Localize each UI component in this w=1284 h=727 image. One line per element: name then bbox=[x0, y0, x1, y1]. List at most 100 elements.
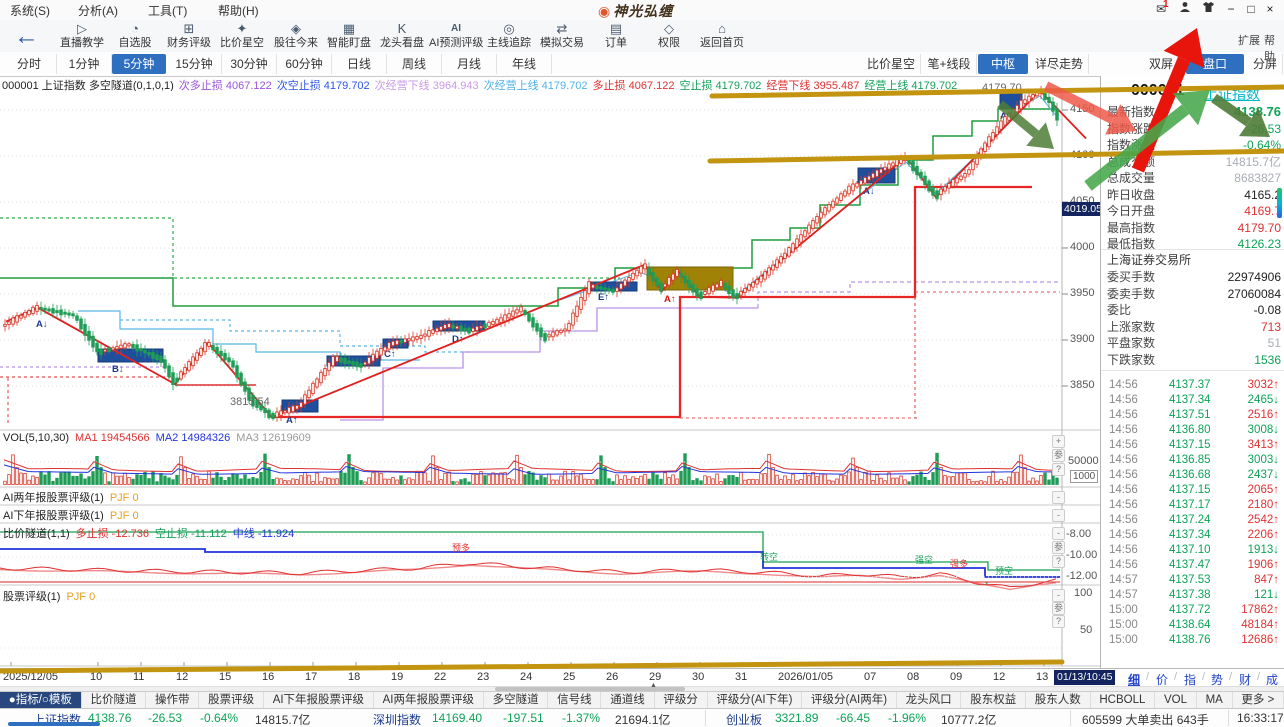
toolbar-item-比价星空[interactable]: ✦比价星空 bbox=[215, 21, 269, 50]
minimize-button[interactable]: − bbox=[1222, 1, 1240, 18]
exchange-label: 上海证券交易所 bbox=[1107, 252, 1281, 268]
view-tab-详尽走势[interactable]: 详尽走势 bbox=[1030, 54, 1089, 74]
view-tab-笔+线段[interactable]: 笔+线段 bbox=[922, 54, 977, 74]
period-tab-分时[interactable]: 分时 bbox=[2, 54, 57, 74]
quote-row-value: 1536 bbox=[1254, 352, 1281, 368]
menu-item-3[interactable]: 工具(T) bbox=[148, 2, 187, 19]
menu-item-4[interactable]: 帮助(H) bbox=[218, 2, 259, 19]
bottom-tab-HCBOLL[interactable]: HCBOLL bbox=[1091, 692, 1156, 709]
layout-tab-盘口[interactable]: 盘口 bbox=[1186, 54, 1244, 74]
toolbar-item-智能盯盘[interactable]: ▦智能盯盘 bbox=[322, 21, 376, 50]
toolbar-item-label: 主线追踪 bbox=[482, 36, 536, 50]
restore-button[interactable]: □ bbox=[1242, 1, 1260, 18]
quote-name[interactable]: 上证指数 bbox=[1204, 84, 1260, 104]
bottom-tab-信号线[interactable]: 信号线 bbox=[548, 692, 601, 709]
rating-scale-100: 100 bbox=[1074, 587, 1092, 599]
user-icon[interactable] bbox=[1176, 1, 1194, 18]
period-tab-15分钟[interactable]: 15分钟 bbox=[167, 54, 222, 74]
bottom-tab-股东权益[interactable]: 股东权益 bbox=[961, 692, 1026, 709]
date-label-12: 12 bbox=[176, 671, 188, 683]
pane-button-?-2[interactable]: ? bbox=[1052, 463, 1065, 476]
period-tab-年线[interactable]: 年线 bbox=[497, 54, 552, 74]
quote-row-label: 总成交量 bbox=[1107, 170, 1155, 186]
toolbar-item-模拟交易[interactable]: ⇄模拟交易 bbox=[535, 21, 589, 50]
date-label-25: 25 bbox=[563, 671, 575, 683]
toolbar-item-自选股[interactable]: ◔自选股 bbox=[108, 21, 162, 50]
pane-button-参-1[interactable]: 参 bbox=[1052, 449, 1065, 462]
bottom-tab-股票评级[interactable]: 股票评级 bbox=[199, 692, 264, 709]
back-icon[interactable]: ← bbox=[14, 22, 39, 50]
bottom-tab-MA[interactable]: MA bbox=[1197, 692, 1233, 709]
bottom-tab-更多 >[interactable]: 更多 > bbox=[1233, 692, 1284, 709]
bottom-tab-通道线[interactable]: 通道线 bbox=[601, 692, 654, 709]
menu-item-2[interactable]: 分析(A) bbox=[78, 2, 118, 19]
bottom-tab-AI两年报股票评级[interactable]: AI两年报股票评级 bbox=[374, 692, 484, 709]
svg-text:A↓: A↓ bbox=[1000, 111, 1012, 122]
chart-overlays: 41504100405040003950390038504019.054179.… bbox=[0, 0, 1284, 727]
view-tab-比价星空[interactable]: 比价星空 bbox=[862, 54, 921, 74]
period-tab-60分钟[interactable]: 60分钟 bbox=[277, 54, 332, 74]
tick-price: 4137.38 bbox=[1169, 588, 1211, 603]
status-bar: 上证指数4138.76-26.53-0.64%14815.7亿深圳指数14169… bbox=[0, 708, 1284, 727]
bottom-tab-股东人数[interactable]: 股东人数 bbox=[1026, 692, 1091, 709]
bottom-tab-AI下年报股票评级[interactable]: AI下年报股票评级 bbox=[264, 692, 374, 709]
pane-button-参-9[interactable]: 参 bbox=[1052, 602, 1065, 615]
pane-button---3[interactable]: - bbox=[1052, 491, 1065, 504]
比价星空-icon: ✦ bbox=[215, 21, 269, 36]
tick-row-15: 15:004137.7217862↑ bbox=[1107, 603, 1281, 618]
mini-tab-separator: / bbox=[1229, 671, 1232, 683]
menu-item-1[interactable]: 系统(S) bbox=[10, 2, 50, 19]
bottom-tab-比价隧道[interactable]: 比价隧道 bbox=[82, 692, 147, 709]
toolbar-item-财务评级[interactable]: ⊞财务评级 bbox=[162, 21, 216, 50]
period-tab-5分钟[interactable]: 5分钟 bbox=[112, 54, 166, 74]
close-button[interactable]: × bbox=[1261, 1, 1279, 18]
period-tab-row: 分时1分钟5分钟15分钟30分钟60分钟日线周线月线年线 比价星空笔+线段中枢详尽… bbox=[0, 52, 1284, 77]
toolbar-item-股往今来[interactable]: ◈股往今来 bbox=[269, 21, 323, 50]
bottom-tab-●指标/○模板[interactable]: ●指标/○模板 bbox=[0, 692, 82, 709]
tick-row-13: 14:574137.53847↑ bbox=[1107, 573, 1281, 588]
period-tab-1分钟[interactable]: 1分钟 bbox=[57, 54, 112, 74]
extra-扩展[interactable]: 扩展 bbox=[1238, 32, 1260, 48]
toolbar-item-主线追踪[interactable]: ◎主线追踪 bbox=[482, 21, 536, 50]
bottom-tab-评级分(AI下年)[interactable]: 评级分(AI下年) bbox=[708, 692, 803, 709]
pane-label: VOL(5,10,30) bbox=[3, 432, 69, 444]
period-tab-月线[interactable]: 月线 bbox=[442, 54, 497, 74]
bottom-tab-龙头风口[interactable]: 龙头风口 bbox=[897, 692, 962, 709]
龙头看盘-icon: K bbox=[375, 21, 429, 36]
bottom-tab-评级分(AI两年)[interactable]: 评级分(AI两年) bbox=[802, 692, 897, 709]
toolbar-item-AI预测评级[interactable]: AIAI预测评级 bbox=[429, 21, 483, 50]
toolbar-item-返回首页[interactable]: ⌂返回首页 bbox=[695, 21, 749, 50]
tick-row-12: 14:564137.471906↑ bbox=[1107, 558, 1281, 573]
period-tab-日线[interactable]: 日线 bbox=[332, 54, 387, 74]
quote-row-value: 4165.2 bbox=[1244, 187, 1281, 203]
view-tab-中枢[interactable]: 中枢 bbox=[978, 54, 1028, 74]
extra-帮助[interactable]: 帮助 bbox=[1264, 32, 1284, 64]
tick-volume: 2542↑ bbox=[1248, 513, 1279, 528]
price-position-indicator bbox=[1277, 188, 1282, 218]
bottom-tab-VOL[interactable]: VOL bbox=[1155, 692, 1197, 709]
quote-row-label: 指数涨幅 bbox=[1107, 137, 1155, 153]
layout-tab-双屏[interactable]: 双屏 bbox=[1140, 54, 1183, 74]
toolbar-item-直播教学[interactable]: ▷直播教学 bbox=[55, 21, 109, 50]
date-label-2025/12/05: 2025/12/05 bbox=[3, 671, 58, 683]
bottom-tab-评级分[interactable]: 评级分 bbox=[655, 692, 708, 709]
pane-button-?-10[interactable]: ? bbox=[1052, 615, 1065, 628]
toolbar-item-龙头看盘[interactable]: K龙头看盘 bbox=[375, 21, 429, 50]
period-tab-周线[interactable]: 周线 bbox=[387, 54, 442, 74]
period-tab-30分钟[interactable]: 30分钟 bbox=[222, 54, 277, 74]
pane-button---5[interactable]: - bbox=[1052, 527, 1065, 540]
bottom-tab-多空隧道[interactable]: 多空隧道 bbox=[484, 692, 549, 709]
pane-button---4[interactable]: - bbox=[1052, 509, 1065, 522]
date-label-19: 19 bbox=[391, 671, 403, 683]
toolbar-item-权限[interactable]: ◇权限 bbox=[642, 21, 696, 50]
member-icon[interactable] bbox=[1199, 1, 1217, 18]
toolbar-item-订单[interactable]: ▤订单 bbox=[589, 21, 643, 50]
tick-row-9: 14:564137.242542↑ bbox=[1107, 513, 1281, 528]
pane-button-参-6[interactable]: 参 bbox=[1052, 541, 1065, 554]
pane-button---8[interactable]: - bbox=[1052, 589, 1065, 602]
pane-button-?-7[interactable]: ? bbox=[1052, 555, 1065, 568]
pjf-value: PJF 0 bbox=[110, 510, 139, 522]
pane-button-+-0[interactable]: + bbox=[1052, 435, 1065, 448]
bottom-tab-操作带[interactable]: 操作带 bbox=[146, 692, 199, 709]
主线追踪-icon: ◎ bbox=[482, 21, 536, 36]
